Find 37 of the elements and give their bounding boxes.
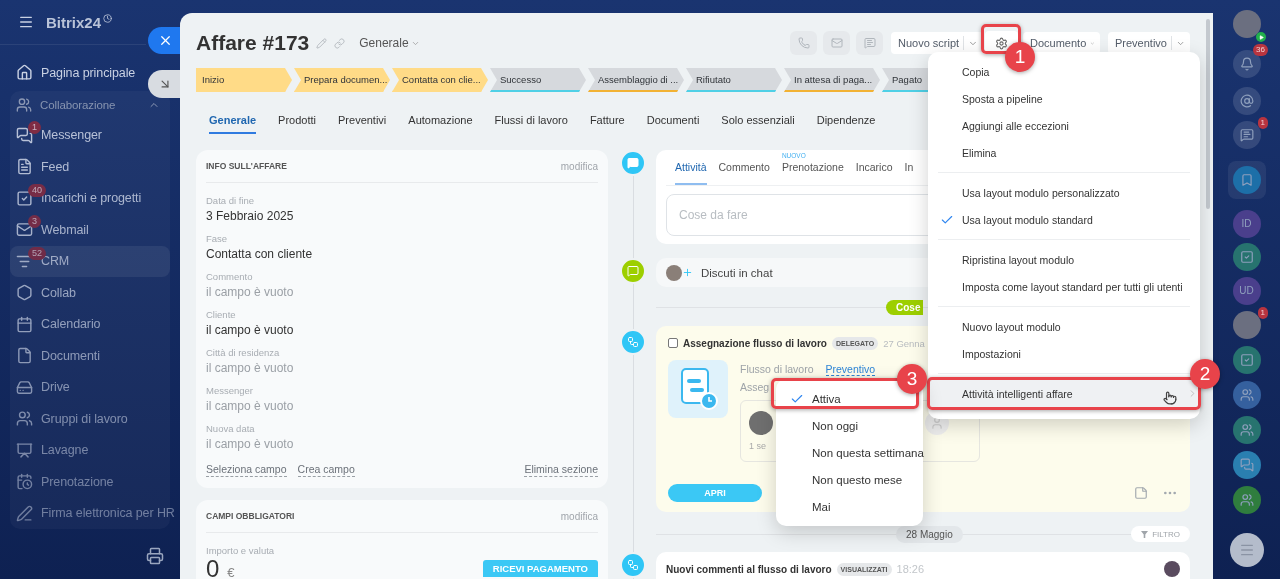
field-label: Data di fine	[206, 194, 256, 207]
activity-title: Nuovi commenti al flusso di lavoro	[666, 563, 832, 575]
field-value: il campo è vuoto	[206, 436, 295, 453]
deal-title: Affare #173	[196, 31, 310, 55]
field-label: Messenger	[206, 384, 254, 397]
elapsed-time: 1 se	[749, 441, 766, 451]
notification-badge: 1	[1257, 307, 1268, 319]
field-label: Città di residenza	[206, 346, 281, 359]
activity-time: 18:26	[896, 563, 925, 575]
field-label: Flusso di lavoro	[740, 363, 814, 375]
section-pill: Cose	[886, 300, 924, 315]
logo: Bitrix24	[46, 13, 102, 31]
currency-symbol: €	[227, 565, 235, 579]
field-label: Fase	[206, 232, 229, 245]
field-value: il campo è vuoto	[206, 322, 295, 339]
activity-title: Assegnazione flusso di lavoro	[683, 337, 827, 349]
field-label: Asseg	[740, 381, 770, 393]
field-label: Cliente	[206, 308, 237, 321]
date-divider: 28 Maggio	[896, 525, 963, 543]
notification-badge: 3	[28, 215, 41, 228]
notification-badge: 36	[1253, 44, 1268, 56]
card-title: CAMPI OBBLIGATORI	[206, 511, 295, 521]
field-value: il campo è vuoto	[206, 284, 295, 301]
field-label: Commento	[206, 270, 254, 283]
field-value: il campo è vuoto	[206, 360, 295, 377]
activity-date: 27 Genna	[883, 337, 925, 349]
card-title: INFO SULL'AFFARE	[206, 161, 287, 171]
amount-value: 0	[206, 555, 220, 579]
callout-number: 2	[1190, 359, 1220, 389]
notification-badge: 1	[28, 120, 41, 134]
field-value: Contatta con cliente	[206, 246, 314, 263]
field-value: il campo è vuoto	[206, 398, 295, 415]
notification-badge: 52	[28, 246, 46, 260]
field-label: Nuova data	[206, 422, 256, 435]
field-value: 3 Febbraio 2025	[206, 208, 295, 225]
field-label: Importo e valuta	[206, 544, 276, 557]
notification-badge: 1	[1257, 117, 1268, 129]
